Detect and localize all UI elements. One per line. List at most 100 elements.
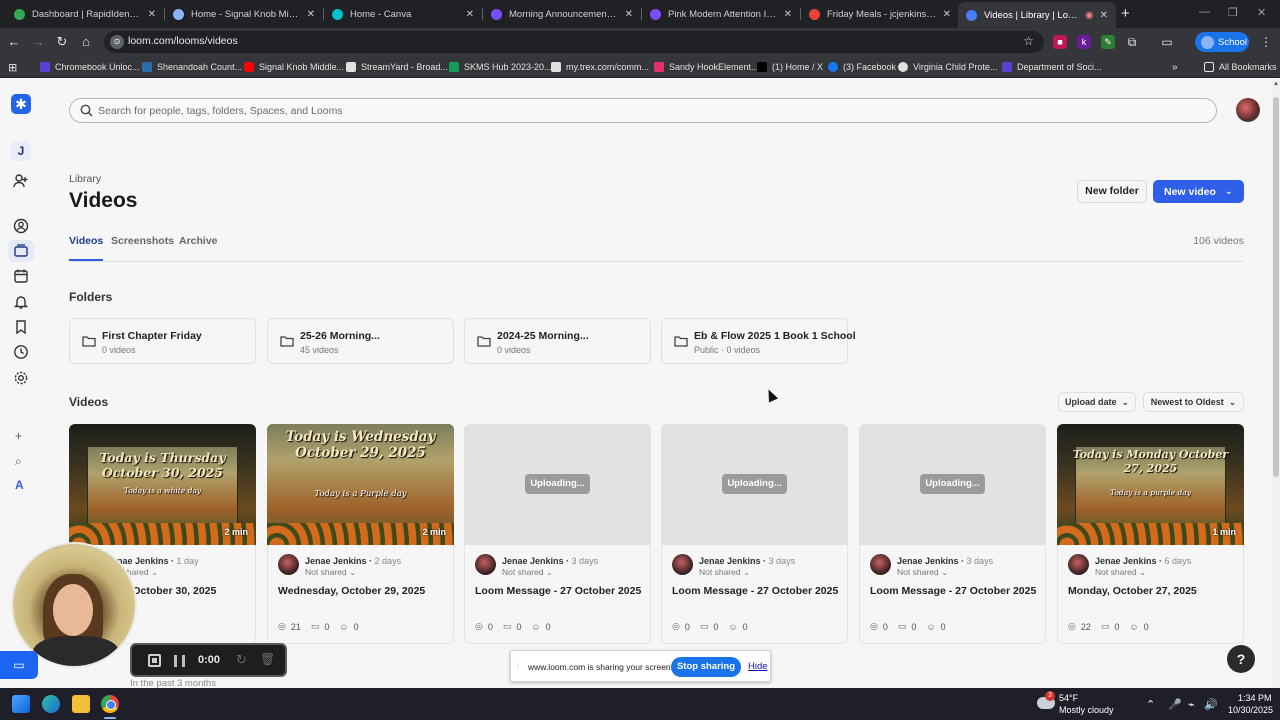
tab-morning-announcement[interactable]: Morning Announcement Slides ✕ (483, 3, 641, 25)
bookmark-item[interactable]: (1) Home / X (757, 60, 823, 74)
tab-search-icon[interactable]: ▭ (1160, 35, 1174, 49)
video-thumbnail[interactable]: Uploading... (859, 424, 1046, 545)
bookmark-item[interactable]: SKMS Hub 2023-20... (449, 60, 552, 74)
help-button[interactable]: ? (1227, 645, 1255, 673)
bookmark-item[interactable]: Virginia Child Prote... (898, 60, 997, 74)
back-icon[interactable]: ← (6, 34, 22, 50)
video-card[interactable]: Today is Monday October 27, 2025 Today i… (1057, 424, 1244, 644)
hide-link[interactable]: Hide (748, 661, 768, 672)
microphone-icon[interactable]: 🎤 (1168, 698, 1182, 711)
video-title[interactable]: Wednesday, October 29, 2025 (278, 585, 425, 597)
add-icon[interactable]: + (15, 429, 22, 443)
breadcrumb[interactable]: Library (69, 173, 101, 185)
maximize-icon[interactable]: ❐ (1228, 6, 1238, 19)
all-bookmarks-button[interactable]: All Bookmarks (1204, 60, 1277, 74)
sharing-status[interactable]: Not shared ⌄ (305, 567, 356, 578)
workspace-avatar[interactable]: J (11, 141, 31, 161)
profile-chip[interactable]: School (1195, 32, 1249, 52)
tab-screenshots[interactable]: Screenshots (111, 235, 174, 261)
close-tab-icon[interactable]: ✕ (625, 9, 633, 20)
bookmark-item[interactable]: Sandy HookElement... (654, 60, 759, 74)
user-avatar[interactable] (1236, 98, 1260, 122)
stop-recording-button[interactable] (148, 654, 161, 667)
sharing-status[interactable]: Not shared ⌄ (699, 567, 750, 578)
extension-pen-icon[interactable]: ✎ (1101, 35, 1115, 49)
video-thumbnail[interactable]: Uploading... (464, 424, 651, 545)
bookmark-item[interactable]: (3) Facebook (828, 60, 896, 74)
search-icon[interactable]: ⌕ (15, 454, 22, 469)
network-icon[interactable]: ⌁ (1188, 698, 1195, 711)
bookmark-item[interactable]: Shenandoah Count... (142, 60, 242, 74)
clock-time[interactable]: 1:34 PM (1238, 693, 1272, 703)
minimize-icon[interactable]: — (1199, 6, 1210, 18)
video-title[interactable]: Loom Message - 27 October 2025 (475, 585, 641, 597)
stop-sharing-button[interactable]: Stop sharing (671, 657, 741, 677)
tab-videos[interactable]: Videos (69, 235, 104, 261)
sharing-status[interactable]: Not shared ⌄ (1095, 567, 1146, 578)
video-card[interactable]: Uploading... Jenae Jenkins · 3 days Not … (859, 424, 1046, 644)
tab-loom-videos[interactable]: Videos | Library | Loom ◉ ✕ (958, 2, 1116, 28)
chevron-down-icon[interactable]: ⌄ (1225, 186, 1233, 197)
tab-rapididentity[interactable]: Dashboard | RapidIdentity ✕ (6, 3, 164, 25)
close-tab-icon[interactable]: ✕ (148, 9, 156, 20)
sort-order-dropdown[interactable]: Newest to Oldest ⌄ (1143, 392, 1244, 412)
sharing-status[interactable]: Not shared ⌄ (502, 567, 553, 578)
video-card[interactable]: Today is Wednesday October 29, 2025 Toda… (267, 424, 454, 644)
folder-card[interactable]: 25-26 Morning... 45 videos (267, 318, 454, 364)
close-tab-icon[interactable]: ✕ (943, 9, 951, 20)
folder-card[interactable]: First Chapter Friday 0 videos (69, 318, 256, 364)
scroll-up-icon[interactable]: ▲ (1273, 81, 1279, 87)
restart-icon[interactable]: ↻ (236, 652, 247, 668)
new-video-button[interactable]: New video ⌄ (1153, 180, 1244, 203)
edge-icon[interactable] (42, 695, 60, 713)
weather-temperature[interactable]: 54°F (1059, 693, 1078, 703)
bookmark-star-icon[interactable]: ☆ (1023, 34, 1034, 48)
video-title[interactable]: Loom Message - 27 October 2025 (870, 585, 1036, 597)
tab-archive[interactable]: Archive (179, 235, 218, 261)
home-icon[interactable]: ⌂ (78, 34, 94, 50)
drag-handle-icon[interactable]: ⦙ (517, 662, 519, 672)
tab-pink-modern[interactable]: Pink Modern Attention Importa ✕ (642, 3, 800, 25)
notifications-bell-icon[interactable] (13, 294, 29, 310)
close-tab-icon[interactable]: ✕ (466, 9, 474, 20)
site-info-icon[interactable]: ⊙ (110, 35, 124, 49)
video-title[interactable]: Loom Message - 27 October 2025 (672, 585, 838, 597)
video-thumbnail[interactable]: Uploading... (661, 424, 848, 545)
close-tab-icon[interactable]: ✕ (1100, 10, 1108, 21)
tab-friday-meals[interactable]: Friday Meals - jcjenkins@shena ✕ (801, 3, 959, 25)
video-thumbnail[interactable]: Today is Wednesday October 29, 2025 Toda… (267, 424, 454, 545)
tab-signal-knob[interactable]: Home - Signal Knob Middle ✕ (165, 3, 323, 25)
forward-icon[interactable]: → (30, 34, 46, 50)
bookmark-item[interactable]: StreamYard - Broad... (346, 60, 448, 74)
video-thumbnail[interactable]: Today is Thursday October 30, 2025 Today… (69, 424, 256, 545)
browser-menu-icon[interactable]: ⋮ (1260, 35, 1272, 49)
loom-logo-icon[interactable]: ✱ (11, 94, 31, 114)
more-bookmarks-icon[interactable]: » (1172, 60, 1178, 74)
scrollbar-thumb[interactable] (1273, 97, 1279, 477)
bookmark-item[interactable]: Department of Soci... (1002, 60, 1102, 74)
extension-k-icon[interactable]: k (1077, 35, 1091, 49)
bookmark-item[interactable]: Chromebook Unloc... (40, 60, 140, 74)
close-tab-icon[interactable]: ✕ (784, 9, 792, 20)
extension-pink-icon[interactable]: ■ (1053, 35, 1067, 49)
video-title[interactable]: Monday, October 27, 2025 (1068, 585, 1197, 597)
new-tab-button[interactable]: + (1121, 5, 1130, 22)
trash-icon[interactable]: 🗑 (260, 652, 275, 666)
tab-canva[interactable]: Home - Canva ✕ (324, 3, 482, 25)
close-window-icon[interactable]: ✕ (1257, 6, 1266, 19)
new-folder-button[interactable]: New folder (1077, 180, 1147, 203)
settings-gear-icon[interactable] (13, 370, 29, 386)
library-icon[interactable] (8, 240, 34, 262)
folder-card[interactable]: 2024-25 Morning... 0 videos (464, 318, 651, 364)
bookmark-item[interactable]: Signal Knob Middle... (244, 60, 344, 74)
profile-icon[interactable] (13, 218, 29, 234)
bookmark-icon[interactable] (13, 319, 29, 335)
chrome-icon[interactable] (101, 695, 119, 713)
invite-member-icon[interactable] (13, 173, 29, 189)
camera-bubble[interactable] (11, 542, 137, 668)
calendar-icon[interactable] (13, 268, 29, 284)
apps-grid-icon[interactable]: ⊞ (8, 60, 17, 74)
volume-icon[interactable]: 🔊 (1204, 698, 1218, 711)
weather-description[interactable]: Mostly cloudy (1059, 705, 1114, 715)
page-scrollbar[interactable]: ▲ (1272, 79, 1280, 688)
